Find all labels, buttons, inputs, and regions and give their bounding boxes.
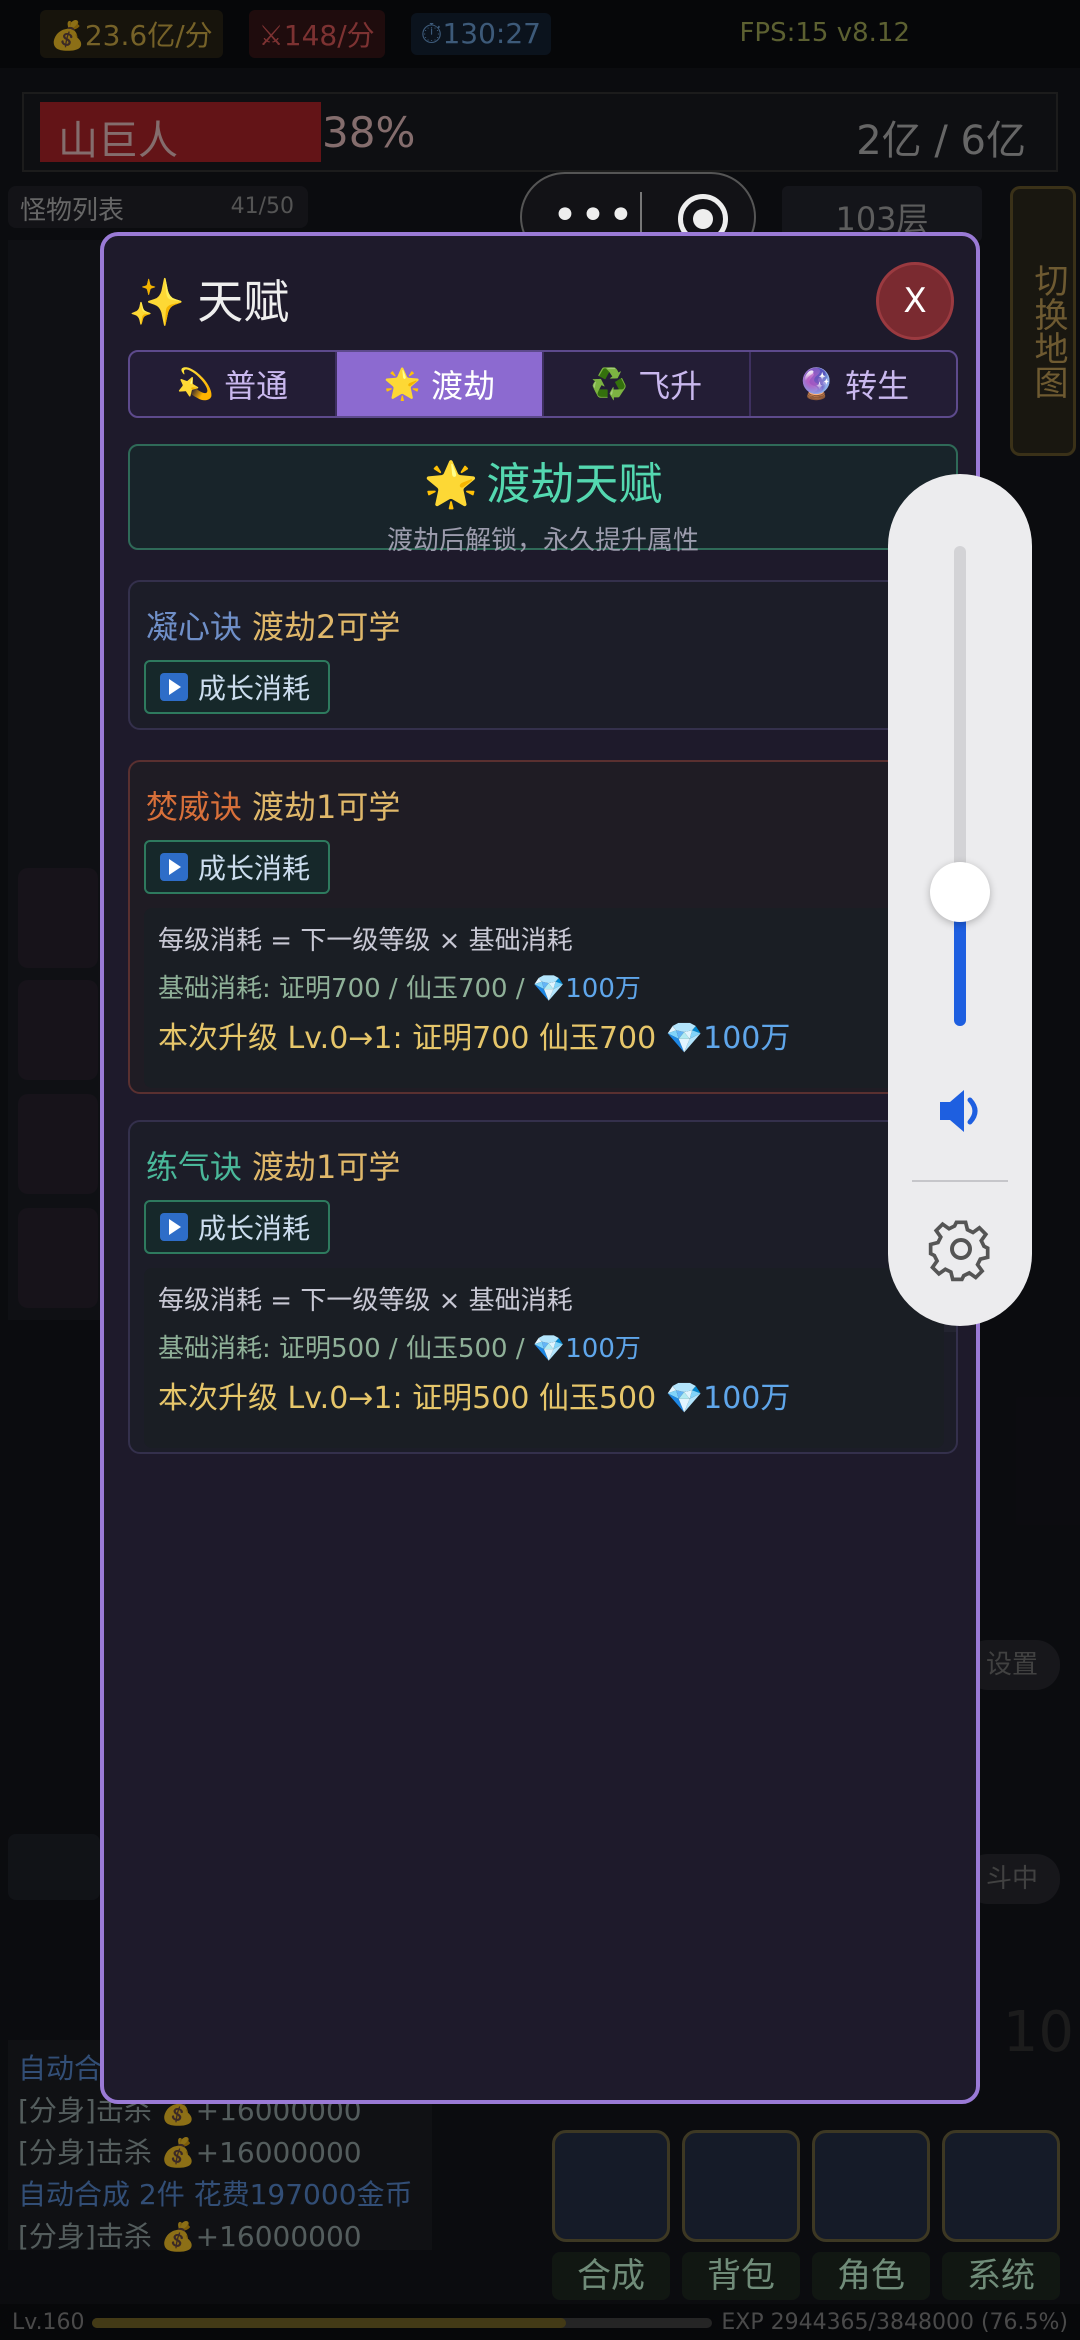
upgrade-cost: 本次升级 Lv.0→1: 证明700 仙玉700 💎100万 <box>158 1012 930 1066</box>
upgrade-cost-text: 本次升级 Lv.0→1: 证明500 仙玉500 <box>158 1381 666 1416</box>
talent-card: 练气诀渡劫1可学 成长消耗 🔒 每级消耗 = 下一级等级 × 基础消耗 基础消耗… <box>128 1120 958 1454</box>
comet-icon: 💫 <box>176 366 215 402</box>
section-subtitle: 渡劫后解锁，永久提升属性 <box>386 526 699 556</box>
cost-details: 每级消耗 = 下一级等级 × 基础消耗 基础消耗: 证明500 / 仙玉500 … <box>144 1268 944 1448</box>
growth-cost-button[interactable]: 成长消耗 <box>144 1200 331 1254</box>
play-icon <box>160 673 188 701</box>
gem-icon: 💎100万 <box>532 1334 641 1364</box>
volume-divider <box>912 1180 1008 1182</box>
modal-title: ✨ 天赋 <box>128 266 289 332</box>
growth-cost-button[interactable]: 成长消耗 <box>144 840 331 894</box>
cost-details: 每级消耗 = 下一级等级 × 基础消耗 基础消耗: 证明700 / 仙玉700 … <box>144 908 944 1088</box>
tab-ascend[interactable]: ♻️ 飞升 <box>544 352 751 416</box>
talent-name: 练气诀 渡劫1可学 <box>146 1142 400 1188</box>
talent-name-text: 练气诀 <box>146 1148 243 1186</box>
tab-rebirth[interactable]: 🔮 转生 <box>751 352 956 416</box>
star-icon: 🌟 <box>383 366 422 402</box>
talent-requirement: 渡劫1可学 <box>252 788 401 826</box>
talent-name: 凝心诀 渡劫2可学 <box>146 602 400 648</box>
star-icon: 🌟 <box>423 459 479 510</box>
tab-label: 普通 <box>224 367 289 405</box>
volume-slider-handle[interactable] <box>930 862 990 922</box>
talent-card: 焚威诀渡劫1可学 成长消耗 🔒 每级消耗 = 下一级等级 × 基础消耗 基础消耗… <box>128 760 958 1094</box>
gem-icon: 💎100万 <box>665 1381 791 1416</box>
gem-icon: 💎100万 <box>665 1021 791 1056</box>
talent-card: 凝心诀渡劫2可学 成长消耗 🔒 <box>128 580 958 730</box>
section-title: 🌟 渡劫天赋 <box>130 448 956 512</box>
gem-icon: 💎100万 <box>532 974 641 1004</box>
upgrade-cost-text: 本次升级 Lv.0→1: 证明700 仙玉700 <box>158 1021 666 1056</box>
tab-label: 飞升 <box>638 367 703 405</box>
modal-title-text: 天赋 <box>197 275 290 329</box>
growth-cost-label: 成长消耗 <box>198 852 311 885</box>
cost-formula: 每级消耗 = 下一级等级 × 基础消耗 <box>158 1286 573 1316</box>
sparkle-icon: ✨ <box>128 275 186 329</box>
base-cost: 基础消耗: 证明500 / 仙玉500 / 💎100万 <box>158 1326 930 1372</box>
gear-icon[interactable] <box>928 1216 994 1282</box>
play-icon <box>160 1213 188 1241</box>
tab-dujie[interactable]: 🌟 渡劫 <box>337 352 544 416</box>
volume-slider[interactable] <box>954 546 966 1026</box>
talent-requirement: 渡劫1可学 <box>252 1148 401 1186</box>
play-icon <box>160 853 188 881</box>
base-cost-text: 基础消耗: 证明500 / 仙玉500 / <box>158 1334 533 1364</box>
close-button[interactable]: X <box>876 262 954 340</box>
talent-name-text: 焚威诀 <box>146 788 243 826</box>
tab-normal[interactable]: 💫 普通 <box>130 352 337 416</box>
growth-cost-label: 成长消耗 <box>198 672 311 705</box>
talent-name-text: 凝心诀 <box>146 608 243 646</box>
growth-cost-label: 成长消耗 <box>198 1212 311 1245</box>
recycle-icon: ♻️ <box>590 366 629 402</box>
tab-label: 转生 <box>845 367 910 405</box>
upgrade-cost: 本次升级 Lv.0→1: 证明500 仙玉500 💎100万 <box>158 1372 930 1426</box>
talent-requirement: 渡劫2可学 <box>252 608 401 646</box>
section-header: 🌟 渡劫天赋 渡劫后解锁，永久提升属性 <box>128 444 958 556</box>
talent-modal: ✨ 天赋 X 💫 普通 🌟 渡劫 ♻️ 飞升 🔮 转生 🌟 渡劫天赋 渡劫后解锁，永… <box>100 232 980 2104</box>
volume-panel <box>888 474 1032 1326</box>
speaker-icon[interactable] <box>934 1086 988 1136</box>
growth-cost-button[interactable]: 成长消耗 <box>144 660 331 714</box>
base-cost-text: 基础消耗: 证明700 / 仙玉700 / <box>158 974 533 1004</box>
base-cost: 基础消耗: 证明700 / 仙玉700 / 💎100万 <box>158 966 930 1012</box>
talent-tabs: 💫 普通 🌟 渡劫 ♻️ 飞升 🔮 转生 <box>128 350 958 418</box>
cost-formula: 每级消耗 = 下一级等级 × 基础消耗 <box>158 926 573 956</box>
tab-label: 渡劫 <box>431 367 496 405</box>
crystal-ball-icon: 🔮 <box>797 366 836 402</box>
section-title-text: 渡劫天赋 <box>486 459 663 510</box>
talent-name: 焚威诀 渡劫1可学 <box>146 782 400 828</box>
